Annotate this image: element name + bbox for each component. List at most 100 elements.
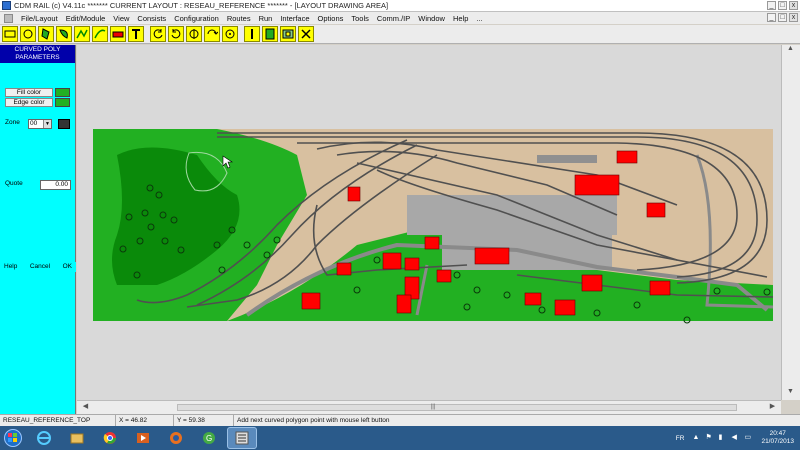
polygon-tool-icon[interactable] <box>38 26 54 42</box>
text-tool-icon[interactable] <box>128 26 144 42</box>
cancel-button[interactable]: Cancel <box>26 262 54 272</box>
scroll-left-icon[interactable]: ◀ <box>77 402 94 414</box>
zone-value: 00 <box>30 120 38 127</box>
curved-poly-parameters-panel: CURVED POLY PARAMETERS Fill color Edge c… <box>0 45 76 415</box>
volume-icon[interactable]: ◀ <box>731 434 739 442</box>
mdi-minimize-button[interactable]: _ <box>767 13 776 22</box>
horizontal-scrollbar[interactable]: ◀ ||| ▶ <box>77 400 781 414</box>
vertical-scrollbar[interactable]: ▲ ▼ <box>781 45 800 400</box>
zone-label: Zone <box>5 119 20 126</box>
x-label: X = <box>119 416 129 424</box>
edge-color-button[interactable]: Edge color <box>5 98 53 107</box>
windows-taskbar: G FR ▲ ⚑ ▮ ◀ ▭ 20:47 21/07/2013 <box>0 426 800 450</box>
building-tool-icon[interactable] <box>110 26 126 42</box>
rectangle-tool-icon[interactable] <box>2 26 18 42</box>
panel-footer: Help Cancel OK <box>0 262 76 272</box>
minimize-button[interactable]: _ <box>767 1 776 10</box>
quote-label: Quote <box>5 180 23 187</box>
mirror-icon[interactable] <box>186 26 202 42</box>
media-player-icon[interactable] <box>128 427 158 449</box>
curved-polygon-tool-icon[interactable] <box>56 26 72 42</box>
scroll-up-icon[interactable]: ▲ <box>782 45 799 57</box>
menu-help[interactable]: Help <box>449 14 472 23</box>
rotate-right-icon[interactable] <box>168 26 184 42</box>
file-explorer-icon[interactable] <box>62 427 92 449</box>
menu-routes[interactable]: Routes <box>223 14 255 23</box>
menu-view[interactable]: View <box>109 14 133 23</box>
clock[interactable]: 20:47 21/07/2013 <box>761 430 794 446</box>
scroll-down-icon[interactable]: ▼ <box>782 388 799 400</box>
zone-layers-icon[interactable] <box>58 119 70 129</box>
toolbar <box>0 25 800 44</box>
cdm-rail-window-task[interactable] <box>227 427 257 449</box>
close-button[interactable]: x <box>789 1 798 10</box>
menu-edit-module[interactable]: Edit/Module <box>62 14 110 23</box>
menu-window[interactable]: Window <box>414 14 449 23</box>
layout-drawing-area[interactable] <box>77 45 781 400</box>
menu-interface[interactable]: Interface <box>276 14 313 23</box>
reset-icon[interactable] <box>222 26 238 42</box>
window-controls: _ □ x <box>765 1 798 10</box>
chrome-icon[interactable] <box>95 427 125 449</box>
language-indicator[interactable]: FR <box>676 435 685 442</box>
menu-configuration[interactable]: Configuration <box>170 14 223 23</box>
menu-consists[interactable]: Consists <box>133 14 170 23</box>
title-bar: CDM RAIL (c) V4.11c ******* CURRENT LAYO… <box>0 0 800 12</box>
action-center-flag-icon[interactable]: ⚑ <box>705 434 713 442</box>
panel-header: CURVED POLY PARAMETERS <box>0 45 75 63</box>
cdm-rail-app-icon[interactable]: G <box>194 427 224 449</box>
power-icon[interactable]: ▭ <box>744 434 752 442</box>
svg-text:G: G <box>206 434 212 443</box>
menu-run[interactable]: Run <box>255 14 277 23</box>
horizontal-scroll-thumb[interactable] <box>177 404 737 411</box>
layout-drawing[interactable] <box>77 45 781 400</box>
internet-explorer-icon[interactable] <box>29 427 59 449</box>
panel-title-line2: PARAMETERS <box>15 54 60 61</box>
edge-color-swatch[interactable] <box>55 98 70 107</box>
scroll-grip-icon: ||| <box>430 404 436 410</box>
chevron-down-icon[interactable]: ▼ <box>43 120 51 128</box>
y-label: Y = <box>177 416 187 424</box>
mdi-restore-button[interactable]: □ <box>778 13 787 22</box>
tray-arrow-icon[interactable]: ▲ <box>692 434 700 442</box>
delete-tool-icon[interactable] <box>298 26 314 42</box>
y-value: 59.38 <box>188 416 205 424</box>
curve-tool-icon[interactable] <box>92 26 108 42</box>
app-icon <box>2 1 11 10</box>
menu-file-layout[interactable]: File/Layout <box>17 14 62 23</box>
fill-color-swatch[interactable] <box>55 88 70 97</box>
start-button[interactable] <box>0 426 26 450</box>
clock-date: 21/07/2013 <box>761 438 794 445</box>
app-window: CDM RAIL (c) V4.11c ******* CURRENT LAYO… <box>0 0 800 450</box>
mdi-close-button[interactable]: x <box>789 13 798 22</box>
rotate-left-icon[interactable] <box>150 26 166 42</box>
status-message: Add next curved polygon point with mouse… <box>237 416 390 424</box>
module-icon[interactable] <box>280 26 296 42</box>
status-layout-name: RESEAU_REFERENCE_TOP <box>0 414 116 427</box>
save-module-icon[interactable] <box>262 26 278 42</box>
quote-input[interactable]: 0.00 <box>40 180 71 190</box>
line-tool-icon[interactable] <box>74 26 90 42</box>
menu-comm-ip[interactable]: Comm./IP <box>373 14 414 23</box>
flip-icon[interactable] <box>204 26 220 42</box>
circle-tool-icon[interactable] <box>20 26 36 42</box>
maximize-button[interactable]: □ <box>778 1 787 10</box>
help-button[interactable]: Help <box>0 262 21 272</box>
windows-logo-icon <box>4 429 22 447</box>
status-x-coordinate: X = 46.82 <box>116 414 174 427</box>
status-bar: RESEAU_REFERENCE_TOP X = 46.82 Y = 59.38… <box>0 414 800 427</box>
window-title: CDM RAIL (c) V4.11c ******* CURRENT LAYO… <box>14 1 389 10</box>
menu-more[interactable]: ... <box>472 14 486 23</box>
status-y-coordinate: Y = 59.38 <box>174 414 234 427</box>
zone-select[interactable]: 00 ▼ <box>28 119 52 129</box>
vertical-bar-icon[interactable] <box>244 26 260 42</box>
ok-button[interactable]: OK <box>59 262 76 272</box>
network-icon[interactable]: ▮ <box>718 434 726 442</box>
menu-tools[interactable]: Tools <box>347 14 373 23</box>
firefox-icon[interactable] <box>161 427 191 449</box>
fill-color-button[interactable]: Fill color <box>5 88 53 97</box>
menu-options[interactable]: Options <box>314 14 348 23</box>
mdi-system-menu-icon[interactable] <box>4 13 13 23</box>
x-value: 46.82 <box>130 416 148 424</box>
scroll-right-icon[interactable]: ▶ <box>764 402 781 414</box>
